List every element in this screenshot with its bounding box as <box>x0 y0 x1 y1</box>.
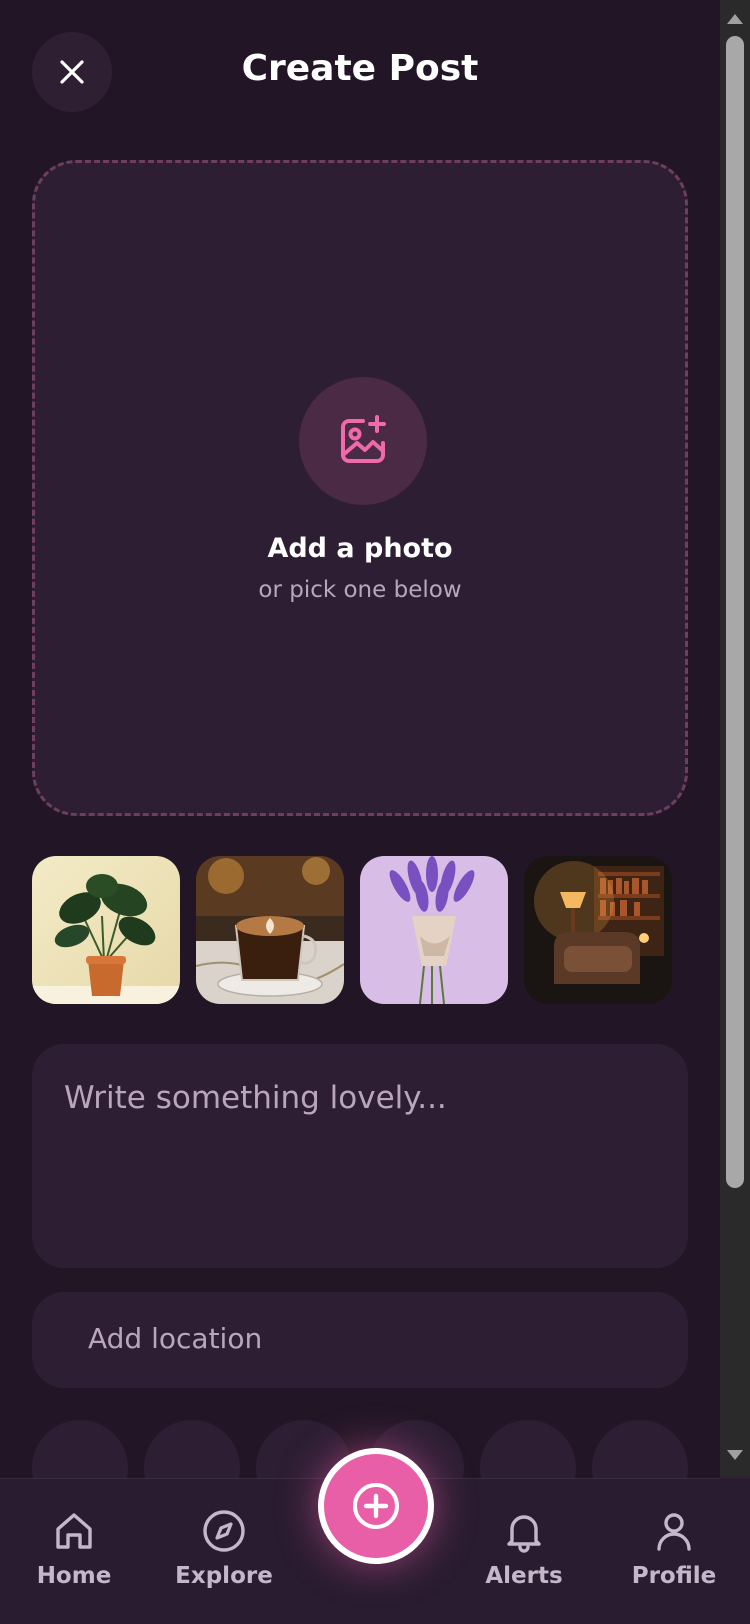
caption-input[interactable]: Write something lovely... <box>32 1044 688 1268</box>
create-post-fab[interactable] <box>318 1448 434 1564</box>
home-icon <box>56 1513 92 1549</box>
page-title: Create Post <box>241 48 479 89</box>
header: Create Post <box>0 0 720 146</box>
nav-explore-label: Explore <box>175 1563 273 1589</box>
bell-icon <box>507 1515 541 1553</box>
cozy-reading-nook-photo[interactable] <box>524 856 672 1004</box>
scroll-down-arrow-icon[interactable] <box>727 1450 743 1460</box>
photo-upload-zone[interactable]: Add a photo or pick one below <box>32 160 688 816</box>
upload-title: Add a photo <box>267 533 453 564</box>
lavender-bouquet-photo[interactable] <box>360 856 508 1004</box>
suggested-photos <box>32 856 688 1004</box>
nav-home-label: Home <box>36 1563 112 1589</box>
monstera-plant-photo[interactable] <box>32 856 180 1004</box>
location-input[interactable]: Add location <box>32 1292 688 1388</box>
location-placeholder: Add location <box>88 1322 263 1355</box>
compass-icon <box>203 1510 245 1552</box>
latte-art-photo[interactable] <box>196 856 344 1004</box>
caption-placeholder: Write something lovely... <box>64 1080 447 1116</box>
nav-alerts[interactable]: Alerts <box>464 1507 584 1589</box>
nav-profile[interactable]: Profile <box>614 1507 720 1589</box>
scroll-up-arrow-icon[interactable] <box>727 14 743 24</box>
image-plus-icon <box>341 415 386 463</box>
upload-subtitle: or pick one below <box>258 577 462 603</box>
upload-icon-circle <box>299 377 427 505</box>
scrollbar[interactable] <box>720 0 750 1478</box>
user-icon <box>657 1513 691 1551</box>
plus-circle-icon <box>353 1483 399 1529</box>
nav-profile-label: Profile <box>631 1563 717 1589</box>
nav-home[interactable]: Home <box>14 1507 134 1589</box>
create-post-screen: Create Post Add a photo or pick one belo… <box>0 0 720 1624</box>
nav-backdrop-edge <box>720 1478 750 1624</box>
nav-explore[interactable]: Explore <box>164 1507 284 1589</box>
scrollbar-thumb[interactable] <box>726 36 744 1188</box>
nav-alerts-label: Alerts <box>485 1563 563 1589</box>
